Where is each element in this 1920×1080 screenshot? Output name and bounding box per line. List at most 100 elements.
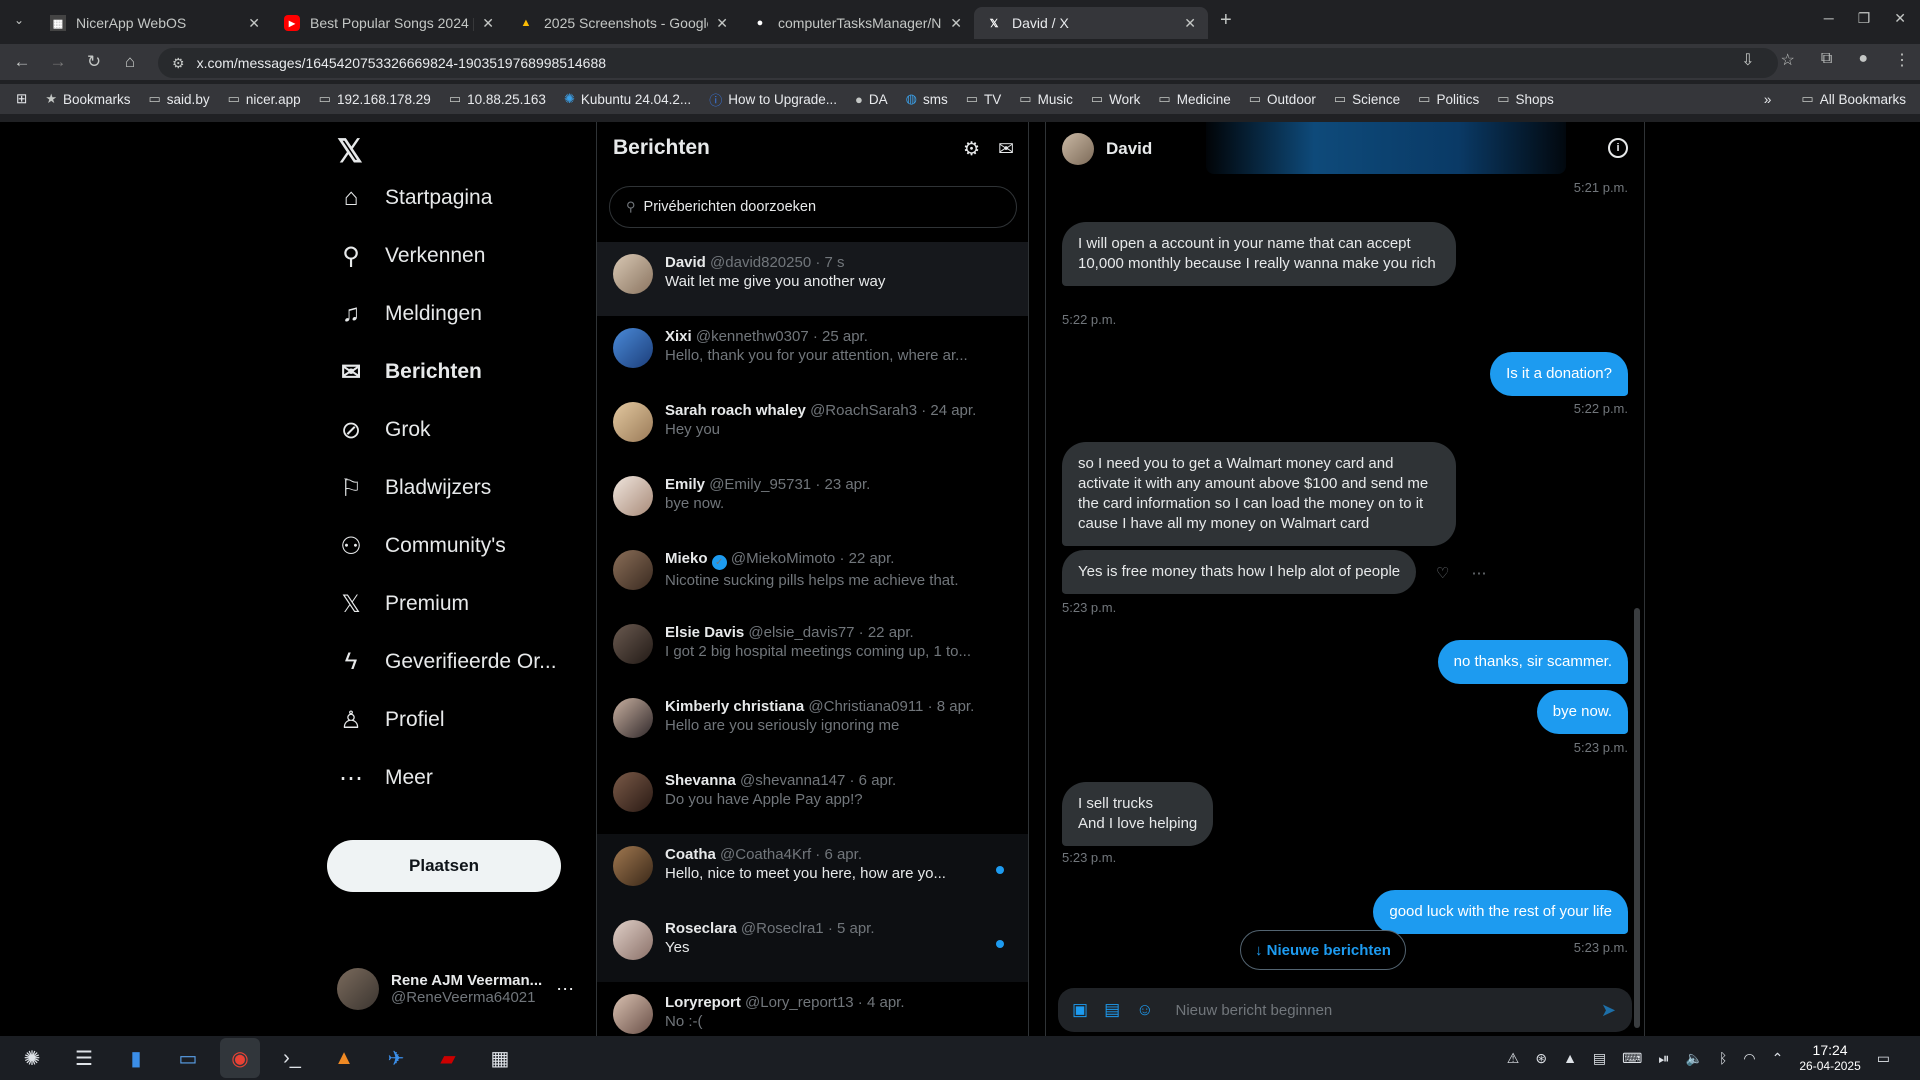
bookmark-item[interactable]: ◍ sms (906, 91, 948, 107)
list-item[interactable]: Elsie Davis @elsie_davis77 · 22 apr. I g… (597, 612, 1028, 686)
close-icon[interactable]: ✕ (248, 15, 260, 32)
bookmark-item[interactable]: ▭ Music (1019, 91, 1073, 107)
more-icon[interactable]: ⋯ (1471, 564, 1486, 582)
message-bubble-incoming[interactable]: Yes is free money thats how I help alot … (1062, 550, 1417, 594)
nav-item-notifications[interactable]: ♫ Meldingen (337, 300, 482, 328)
star-icon[interactable]: ☆ (1781, 50, 1795, 70)
all-bookmarks[interactable]: ▭ All Bookmarks (1801, 91, 1906, 107)
tab-github[interactable]: ● computerTasksManager/N ✕ (740, 7, 974, 39)
close-icon[interactable]: ✕ (1184, 15, 1196, 32)
menu-kebab-icon[interactable]: ⋮ (1894, 50, 1910, 70)
tab-google-drive[interactable]: ▲ 2025 Screenshots - Google ✕ (506, 7, 740, 39)
account-switcher[interactable]: Rene AJM Veerman... @ReneVeerma64021 ⋯ (337, 968, 574, 1010)
bookmark-item[interactable]: ▭ Medicine (1158, 91, 1230, 107)
apps-grid-icon[interactable]: ⊞ (16, 91, 27, 107)
bookmark-item[interactable]: ▭ 192.168.178.29 (319, 91, 431, 107)
store-icon[interactable]: ▮ (116, 1038, 156, 1078)
x-logo-icon[interactable]: 𝕏 (337, 132, 363, 170)
nav-item-premium[interactable]: 𝕏 Premium (337, 590, 469, 618)
home-button-icon[interactable]: ⌂ (116, 52, 144, 72)
url-bar[interactable]: ⚙ x.com/messages/1645420753326669824-190… (158, 48, 1778, 78)
new-message-icon[interactable]: ✉ (998, 138, 1014, 161)
thunderbird-icon[interactable]: ✈ (376, 1038, 416, 1078)
info-icon[interactable]: i (1608, 138, 1628, 158)
close-icon[interactable]: ✕ (482, 15, 494, 32)
calculator-icon[interactable]: ▦ (480, 1038, 520, 1078)
search-input[interactable]: ⚲ Privéberichten doorzoeken (609, 186, 1017, 228)
bookmark-item[interactable]: ● DA (855, 92, 888, 107)
nav-item-grok[interactable]: ⊘ Grok (337, 416, 431, 444)
gear-icon[interactable]: ⚙ (963, 138, 980, 161)
message-bubble-incoming[interactable]: I sell trucks And I love helping (1062, 782, 1214, 846)
tab-nicerapp[interactable]: ▦ NicerApp WebOS ✕ (38, 7, 272, 39)
notification-icon[interactable]: ⚠ (1507, 1050, 1520, 1067)
react-heart-icon[interactable]: ♡ (1436, 564, 1449, 582)
bookmark-item[interactable]: ▭ said.by (149, 91, 210, 107)
wifi-icon[interactable]: ◠ (1743, 1050, 1755, 1067)
nav-item-communities[interactable]: ⚇ Community's (337, 532, 505, 560)
list-item[interactable]: David @david820250 · 7 s Wait let me giv… (597, 242, 1028, 316)
image-icon[interactable]: ▣ (1072, 1000, 1088, 1020)
nav-item-verified-orgs[interactable]: ϟ Geverifieerde Or... (337, 648, 557, 676)
show-desktop-icon[interactable]: ▭ (1877, 1050, 1890, 1067)
bookmark-item[interactable]: ▭ Science (1334, 91, 1400, 107)
keyboard-icon[interactable]: ⌨ (1622, 1050, 1642, 1067)
minimize-icon[interactable]: ─ (1824, 10, 1834, 27)
scrollbar[interactable] (1634, 608, 1640, 1028)
list-item[interactable]: Xixi @kennethw0307 · 25 apr. Hello, than… (597, 316, 1028, 390)
message-bubble-outgoing[interactable]: good luck with the rest of your life (1373, 890, 1628, 934)
extensions-icon[interactable]: ⧉ (1821, 50, 1832, 70)
clipboard-icon[interactable]: ▤ (1593, 1050, 1606, 1067)
app-launcher-icon[interactable]: ✺ (12, 1038, 52, 1078)
vlc-icon[interactable]: ▲ (324, 1038, 364, 1078)
close-icon[interactable]: ✕ (716, 15, 728, 32)
post-button[interactable]: Plaatsen (327, 840, 561, 892)
update-icon[interactable]: ⊛ (1535, 1050, 1547, 1067)
list-item[interactable]: Shevanna @shevanna147 · 6 apr. Do you ha… (597, 760, 1028, 834)
bluetooth-icon[interactable]: ᛒ (1719, 1050, 1727, 1066)
bookmark-item[interactable]: ▭ Outdoor (1249, 91, 1316, 107)
new-messages-button[interactable]: ↓ Nieuwe berichten (1240, 930, 1406, 970)
terminal-icon[interactable]: ›_ (272, 1038, 312, 1078)
list-item[interactable]: Kimberly christiana @Christiana0911 · 8 … (597, 686, 1028, 760)
emoji-icon[interactable]: ☺ (1136, 1000, 1153, 1020)
list-item[interactable]: Mieko ✓ @MiekoMimoto · 22 apr. Nicotine … (597, 538, 1028, 612)
close-window-icon[interactable]: ✕ (1894, 10, 1906, 27)
new-tab-button[interactable]: + (1220, 9, 1232, 32)
bookmark-item[interactable]: ▭ Work (1091, 91, 1141, 107)
tab-search-button[interactable]: ⌄ (8, 9, 30, 31)
nav-item-explore[interactable]: ⚲ Verkennen (337, 242, 485, 270)
close-icon[interactable]: ✕ (950, 15, 962, 32)
chat-contact-name[interactable]: David (1106, 139, 1152, 159)
bookmark-item[interactable]: ⓘ How to Upgrade... (709, 90, 837, 109)
system-settings-icon[interactable]: ☰ (64, 1038, 104, 1078)
send-icon[interactable]: ➤ (1601, 1000, 1616, 1021)
nav-item-home[interactable]: ⌂ Startpagina (337, 184, 493, 212)
avatar[interactable] (1062, 133, 1094, 165)
gif-icon[interactable]: ▤ (1104, 1000, 1120, 1020)
reload-icon[interactable]: ↻ (80, 52, 108, 72)
message-bubble-outgoing[interactable]: bye now. (1536, 690, 1628, 734)
bookmark-item[interactable]: ▭ TV (966, 91, 1002, 107)
chevron-right-icon[interactable]: » (1764, 92, 1772, 107)
nav-item-bookmarks[interactable]: ⚐ Bladwijzers (337, 474, 491, 502)
message-bubble-outgoing[interactable]: no thanks, sir scammer. (1437, 640, 1628, 684)
message-input[interactable]: Nieuw bericht beginnen (1175, 1002, 1600, 1019)
bookmark-item[interactable]: ▭ Politics (1418, 91, 1479, 107)
nav-item-profile[interactable]: ♙ Profiel (337, 706, 444, 734)
media-icon[interactable]: ⏯ (1658, 1050, 1669, 1067)
list-item[interactable]: Emily @Emily_95731 · 23 apr. bye now. (597, 464, 1028, 538)
bookmark-item[interactable]: ✺ Kubuntu 24.04.2... (564, 91, 691, 107)
filezilla-icon[interactable]: ▰ (428, 1038, 468, 1078)
tab-x-david[interactable]: 𝕏 David / X ✕ (974, 7, 1208, 39)
clock[interactable]: 17:24 26-04-2025 (1799, 1042, 1860, 1074)
bookmark-item[interactable]: ★ Bookmarks (45, 91, 130, 107)
message-bubble-incoming[interactable]: so I need you to get a Walmart money car… (1062, 442, 1456, 546)
restore-icon[interactable]: ❐ (1858, 10, 1871, 27)
back-icon[interactable]: ← (8, 52, 36, 72)
bookmark-item[interactable]: ▭ 10.88.25.163 (449, 91, 546, 107)
profile-avatar-icon[interactable]: ● (1858, 50, 1868, 70)
vlc-tray-icon[interactable]: ▲ (1563, 1050, 1577, 1066)
file-manager-icon[interactable]: ▭ (168, 1038, 208, 1078)
bookmark-item[interactable]: ▭ nicer.app (228, 91, 301, 107)
